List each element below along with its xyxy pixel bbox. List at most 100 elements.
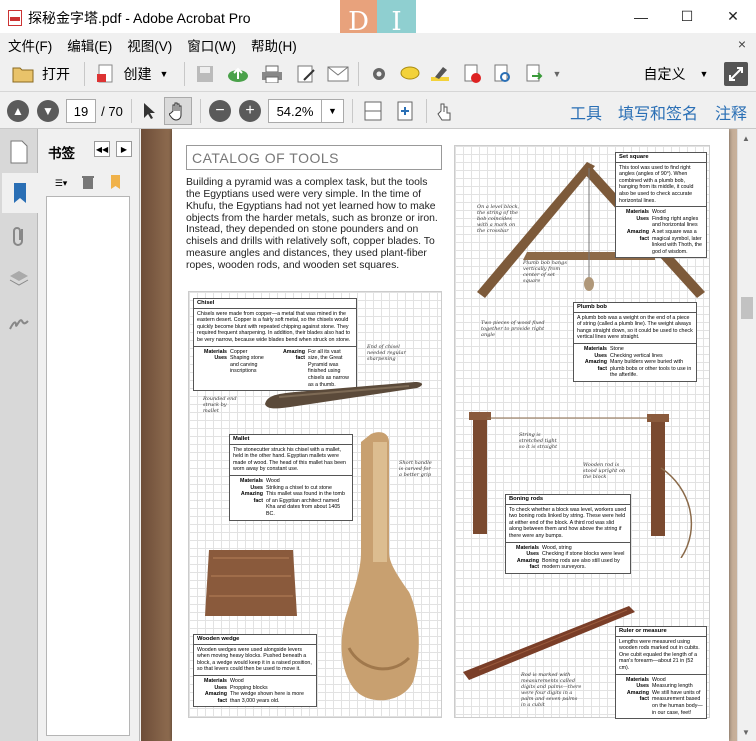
scrolling-mode-icon[interactable]: [360, 99, 386, 123]
label-rod-marked: Rod is marked with measurements called d…: [521, 672, 582, 708]
boning-rods-materials-value: Wood, string: [542, 544, 572, 551]
delete-file-icon[interactable]: [460, 64, 484, 84]
bookmarks-list[interactable]: [46, 196, 130, 736]
attachments-icon[interactable]: [7, 223, 31, 251]
gear-icon[interactable]: [368, 64, 390, 84]
set-square-fact-key: Amazing fact: [626, 228, 649, 242]
plumb-bob-title: Plumb bob: [574, 303, 696, 313]
export-icon[interactable]: [522, 64, 546, 84]
ruler-infobox: Ruler or measure Lengths were measured u…: [615, 626, 707, 720]
touch-mode-icon[interactable]: [432, 99, 458, 123]
bookmarks-panel-icon[interactable]: [2, 173, 38, 213]
ruler-illustration: [463, 606, 635, 680]
previous-page-button[interactable]: ▲: [6, 99, 30, 123]
chisel-materials-key: Materials: [204, 348, 227, 355]
print-icon[interactable]: [260, 64, 284, 84]
title-bar: 探秘金字塔.pdf - Adobe Acrobat Pro D I — ☐ ✕: [0, 0, 756, 44]
mallet-uses-key: Uses: [250, 484, 263, 491]
page-heading: CATALOG OF TOOLS: [186, 145, 442, 170]
page-total: / 70: [101, 103, 123, 119]
zoom-dropdown-icon[interactable]: ▼: [322, 99, 344, 123]
vertical-scrollbar[interactable]: ▲ ▼: [737, 129, 756, 741]
pdf-file-icon: [8, 10, 22, 26]
label-level-block: On a level block, the string of the bob …: [477, 204, 520, 234]
intro-paragraph: Building a pyramid was a complex task, b…: [186, 177, 438, 271]
boning-rods-infobox: Boning rods To check whether a block was…: [505, 494, 631, 574]
minimize-button[interactable]: —: [618, 0, 664, 33]
set-square-body: This tool was used to find right angles …: [616, 165, 706, 208]
create-dropdown-icon: ▼: [159, 69, 169, 79]
mallet-materials-key: Materials: [240, 477, 263, 484]
wedge-illustration: [205, 550, 297, 616]
signatures-icon[interactable]: [7, 309, 31, 337]
collapse-panel-icon[interactable]: ◀◀: [94, 141, 110, 157]
next-page-button[interactable]: ▼: [36, 99, 60, 123]
scroll-up-arrow-icon[interactable]: ▲: [742, 134, 750, 143]
page-thumbnails-icon[interactable]: [7, 137, 31, 167]
folder-icon: [12, 67, 34, 83]
plumb-bob-uses-value: Checking vertical lines: [610, 352, 663, 359]
menu-window[interactable]: 窗口(W): [187, 35, 236, 55]
wedge-title: Wooden wedge: [194, 635, 316, 645]
navigation-toolbar: ▲ ▼ 19 / 70 − + 54.2% ▼ 工具 填写和签名 注释: [0, 92, 756, 129]
toolbar-more-icon[interactable]: ▼: [550, 66, 564, 82]
expand-panel-icon[interactable]: ▶: [116, 141, 132, 157]
comment-tab[interactable]: 注释: [715, 100, 747, 124]
hand-tool-icon[interactable]: [164, 97, 192, 125]
create-button[interactable]: 创建 ▼: [92, 63, 172, 85]
select-tool-icon[interactable]: [138, 99, 160, 123]
email-icon[interactable]: [326, 64, 350, 84]
chisel-body: Chisels were made from copper—a metal th…: [194, 311, 356, 347]
fill-sign-tab[interactable]: 填写和签名: [618, 100, 698, 124]
new-bookmark-icon[interactable]: [106, 173, 126, 191]
menu-help[interactable]: 帮助(H): [251, 35, 297, 55]
main-toolbar: 打开 创建 ▼ ▼ 自定义 ▼: [0, 56, 756, 92]
boning-rods-uses-value: Checking if stone blocks were level: [542, 551, 625, 558]
highlight-icon[interactable]: [428, 64, 452, 84]
edit-document-icon[interactable]: [294, 64, 318, 84]
zoom-out-button[interactable]: −: [208, 99, 232, 123]
scrollbar-thumb[interactable]: [741, 297, 753, 319]
chisel-title: Chisel: [194, 299, 356, 309]
tools-tab[interactable]: 工具: [570, 100, 602, 124]
plumb-bob-body: A plumb bob was a weight on the end of a…: [574, 315, 696, 344]
menu-view[interactable]: 视图(V): [127, 35, 172, 55]
fit-page-icon[interactable]: [392, 99, 418, 123]
close-button[interactable]: ✕: [710, 0, 756, 33]
left-tools-panel: Chisel Chisels were made from copper—a m…: [188, 291, 442, 718]
menu-bar: 文件(F) 编辑(E) 视图(V) 窗口(W) 帮助(H): [0, 33, 756, 56]
set-square-uses-key: Uses: [636, 215, 649, 222]
open-button-label: 打开: [42, 66, 70, 82]
page-number-input[interactable]: 19: [66, 99, 96, 123]
document-view[interactable]: CATALOG OF TOOLS Building a pyramid was …: [141, 129, 737, 741]
ruler-fact-key: Amazing fact: [626, 689, 649, 703]
zoom-in-button[interactable]: +: [238, 99, 262, 123]
layers-icon[interactable]: [7, 265, 31, 293]
ruler-fact-value: We still have units of measurement based…: [652, 689, 703, 716]
document-search-icon[interactable]: [490, 64, 514, 84]
wedge-uses-value: Propping blocks: [230, 684, 268, 691]
set-square-materials-value: Wood: [652, 209, 666, 216]
mallet-materials-value: Wood: [266, 477, 280, 484]
scroll-down-arrow-icon[interactable]: ▼: [742, 728, 750, 737]
close-document-button[interactable]: ×: [738, 36, 746, 52]
zoom-input[interactable]: 54.2%: [268, 99, 322, 123]
maximize-button[interactable]: ☐: [664, 0, 710, 33]
label-string: String is stretched tight so it is strai…: [519, 432, 558, 450]
save-icon[interactable]: [194, 64, 216, 84]
bookmarks-panel: 书签 ◀◀ ▶ ☰▾: [38, 129, 140, 741]
set-square-infobox: Set square This tool was used to find ri…: [615, 152, 707, 259]
open-button[interactable]: 打开: [6, 63, 76, 85]
menu-edit[interactable]: 编辑(E): [67, 35, 112, 55]
chisel-uses-key: Uses: [214, 355, 227, 362]
create-pdf-icon: [96, 64, 113, 83]
boning-rods-body: To check whether a block was level, work…: [506, 507, 630, 543]
bookmark-options-icon[interactable]: ☰▾: [46, 175, 76, 191]
menu-file[interactable]: 文件(F): [8, 35, 52, 55]
fullscreen-icon[interactable]: [724, 62, 748, 86]
comment-icon[interactable]: [398, 64, 422, 84]
chisel-illustration: [265, 382, 423, 409]
cloud-upload-icon[interactable]: [226, 64, 250, 84]
customize-button[interactable]: 自定义 ▼: [628, 63, 724, 85]
trash-icon[interactable]: [80, 173, 96, 191]
